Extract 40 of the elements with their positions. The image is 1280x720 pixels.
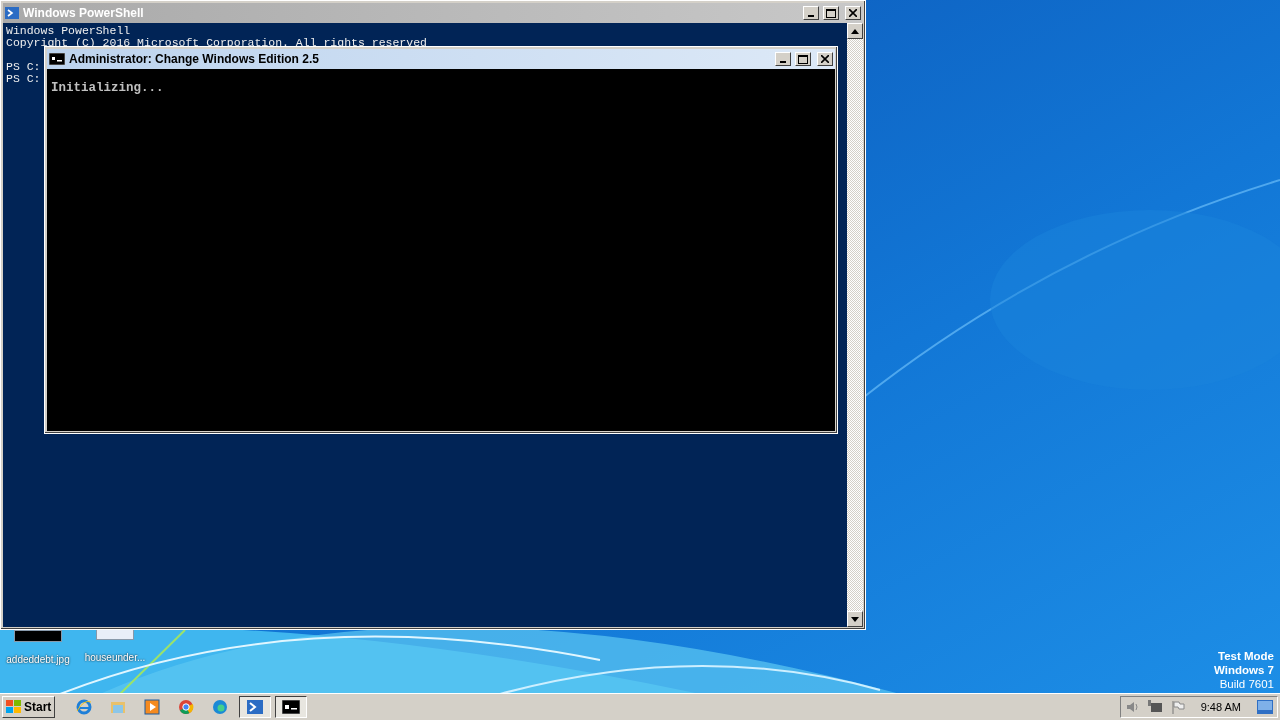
up-arrow-icon bbox=[851, 28, 859, 34]
window-title: Administrator: Change Windows Edition 2.5 bbox=[69, 52, 320, 66]
windows-logo-icon bbox=[6, 700, 22, 714]
minimize-button[interactable] bbox=[775, 52, 791, 66]
file-thumbnail[interactable] bbox=[14, 630, 62, 642]
console-prompt: PS C: bbox=[6, 61, 42, 73]
maximize-icon bbox=[798, 54, 808, 64]
start-button[interactable]: Start bbox=[2, 696, 56, 718]
close-button[interactable] bbox=[817, 52, 833, 66]
taskbar-app-button[interactable] bbox=[239, 696, 272, 718]
window-title: Windows PowerShell bbox=[23, 6, 145, 20]
media-player-icon bbox=[144, 699, 161, 715]
close-button[interactable] bbox=[845, 6, 861, 20]
scroll-up-button[interactable] bbox=[847, 23, 863, 39]
maximize-button[interactable] bbox=[795, 52, 811, 66]
console-icon bbox=[49, 53, 65, 65]
minimize-button[interactable] bbox=[803, 6, 819, 20]
os-notice-text: Test Mode bbox=[1218, 649, 1274, 663]
powershell-icon bbox=[5, 7, 19, 19]
folder-icon bbox=[110, 699, 127, 715]
scrollbar[interactable] bbox=[847, 23, 863, 627]
maximize-button[interactable] bbox=[823, 6, 839, 20]
network-icon[interactable] bbox=[1146, 700, 1163, 714]
close-icon bbox=[821, 55, 829, 63]
down-arrow-icon bbox=[851, 616, 859, 622]
close-icon bbox=[849, 9, 857, 17]
os-notice-text: Build 7601 bbox=[1219, 677, 1274, 691]
edge-icon bbox=[212, 699, 229, 715]
os-notice-text: Windows 7 bbox=[1214, 663, 1274, 677]
clock[interactable]: 9:48 AM bbox=[1200, 701, 1241, 713]
powershell-icon bbox=[247, 699, 264, 715]
internet-explorer-icon bbox=[76, 699, 93, 715]
console-line: Windows PowerShell bbox=[6, 25, 132, 37]
maximize-icon bbox=[826, 8, 836, 18]
console-prompt: PS C: bbox=[6, 73, 42, 85]
scroll-down-button[interactable] bbox=[847, 611, 863, 627]
console-output: Initializing... bbox=[51, 81, 164, 95]
chrome-icon bbox=[178, 699, 195, 715]
taskbar-app-button[interactable] bbox=[275, 696, 308, 718]
command-prompt-icon bbox=[282, 700, 301, 714]
